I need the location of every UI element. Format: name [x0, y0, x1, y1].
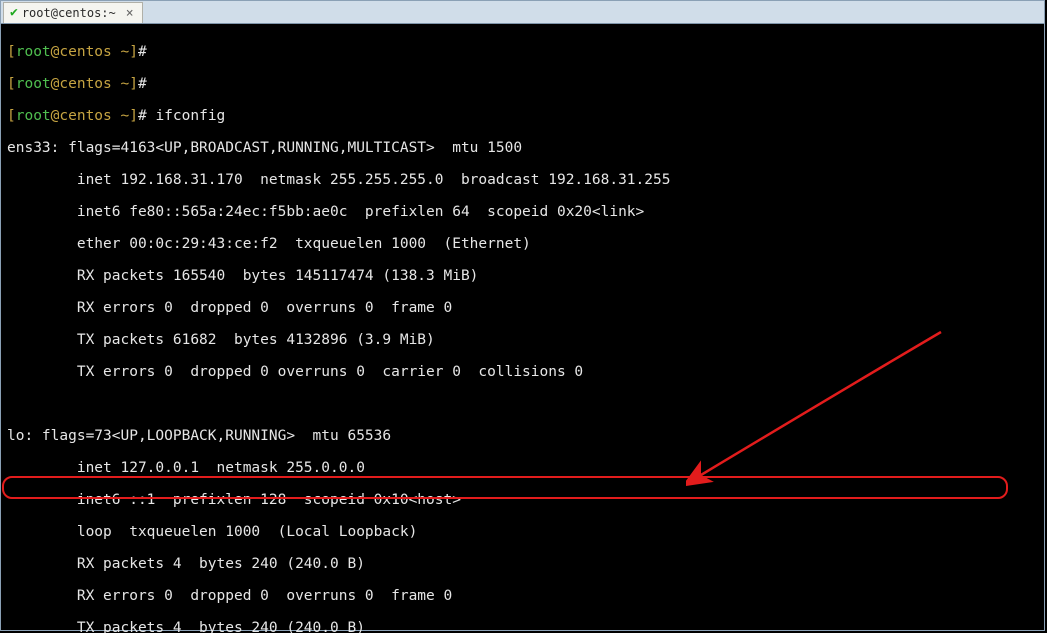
- output-line: lo: flags=73<UP,LOOPBACK,RUNNING> mtu 65…: [7, 428, 1038, 444]
- prompt-line: [root@centos ~]#: [7, 44, 1038, 60]
- output-line: TX errors 0 dropped 0 overruns 0 carrier…: [7, 364, 1038, 380]
- output-line: TX packets 61682 bytes 4132896 (3.9 MiB): [7, 332, 1038, 348]
- output-line: RX errors 0 dropped 0 overruns 0 frame 0: [7, 300, 1038, 316]
- output-line: inet 192.168.31.170 netmask 255.255.255.…: [7, 172, 1038, 188]
- output-line: RX errors 0 dropped 0 overruns 0 frame 0: [7, 588, 1038, 604]
- output-line: inet6 ::1 prefixlen 128 scopeid 0x10<hos…: [7, 492, 1038, 508]
- output-line: inet6 fe80::565a:24ec:f5bb:ae0c prefixle…: [7, 204, 1038, 220]
- output-line: RX packets 4 bytes 240 (240.0 B): [7, 556, 1038, 572]
- output-line: ether 00:0c:29:43:ce:f2 txqueuelen 1000 …: [7, 236, 1038, 252]
- close-icon[interactable]: ×: [126, 7, 134, 20]
- tab-bar: ✔ root@centos:~ ×: [1, 1, 1044, 24]
- check-icon: ✔: [10, 5, 18, 21]
- blank-line: [7, 396, 1038, 412]
- output-line: inet 127.0.0.1 netmask 255.0.0.0: [7, 460, 1038, 476]
- command-line: [root@centos ~]# ifconfig: [7, 108, 1038, 124]
- output-line: loop txqueuelen 1000 (Local Loopback): [7, 524, 1038, 540]
- terminal-body[interactable]: [root@centos ~]# [root@centos ~]# [root@…: [1, 24, 1044, 633]
- terminal-window: ✔ root@centos:~ × [root@centos ~]# [root…: [0, 0, 1045, 631]
- prompt-line: [root@centos ~]#: [7, 76, 1038, 92]
- output-line: TX packets 4 bytes 240 (240.0 B): [7, 620, 1038, 633]
- terminal-tab[interactable]: ✔ root@centos:~ ×: [3, 2, 143, 23]
- output-line: RX packets 165540 bytes 145117474 (138.3…: [7, 268, 1038, 284]
- tab-title: root@centos:~: [22, 5, 116, 21]
- output-line: ens33: flags=4163<UP,BROADCAST,RUNNING,M…: [7, 140, 1038, 156]
